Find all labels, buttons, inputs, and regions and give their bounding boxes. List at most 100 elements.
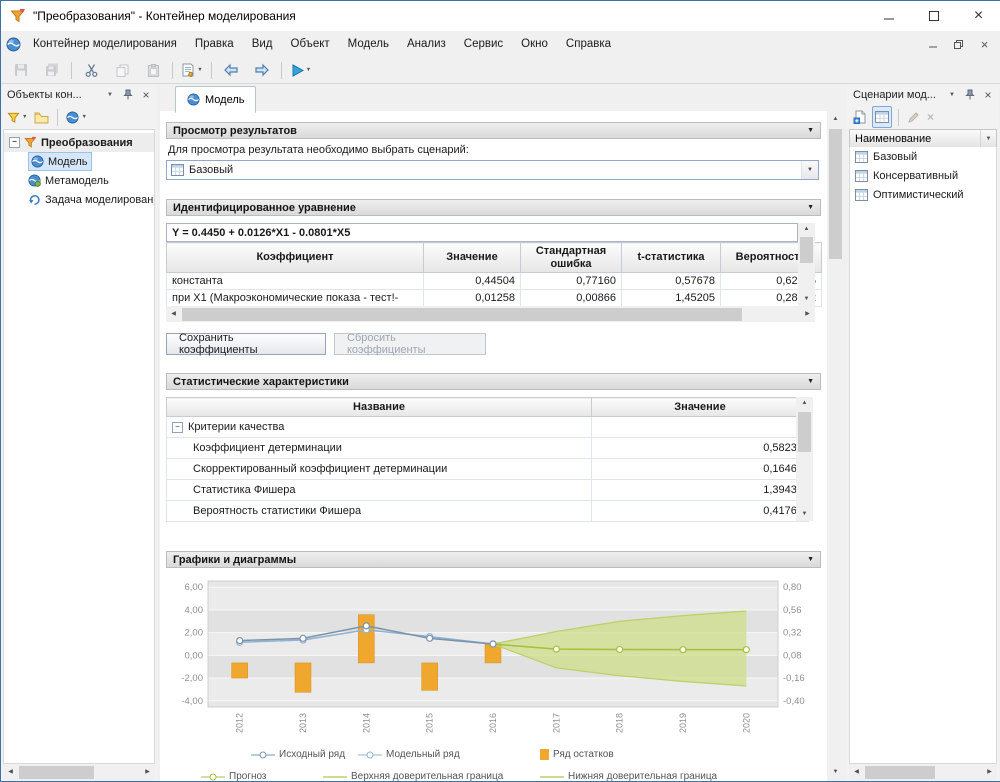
equation-table-vscrollbar[interactable]: ▲ ▼	[798, 223, 815, 306]
statistics-table-row[interactable]: Статистика Фишера1,39433	[167, 480, 809, 501]
save-all-button[interactable]	[37, 59, 67, 81]
collapse-arrow-icon[interactable]: ▼	[807, 378, 814, 385]
scrollbar-thumb[interactable]	[19, 766, 94, 779]
scroll-left-button[interactable]: ◀	[166, 307, 181, 322]
collapse-expander-icon[interactable]: −	[9, 137, 20, 148]
collapse-arrow-icon[interactable]: ▼	[807, 204, 814, 211]
scrollbar-thumb[interactable]	[865, 766, 935, 779]
equation-table-row[interactable]: при X1 (Макроэкономические показа - тест…	[167, 290, 822, 307]
column-header-value[interactable]: Значение	[592, 398, 809, 417]
scroll-down-button[interactable]: ▼	[797, 508, 812, 521]
scrollbar-thumb[interactable]	[798, 412, 811, 452]
menu-item[interactable]: Правка	[186, 33, 243, 55]
menu-item[interactable]: Модель	[339, 33, 398, 55]
forward-button[interactable]	[247, 59, 277, 81]
menu-item[interactable]: Вид	[243, 33, 282, 55]
save-button[interactable]	[6, 59, 36, 81]
scenario-list-item[interactable]: Базовый	[850, 147, 996, 166]
paste-button[interactable]	[138, 59, 168, 81]
right-panel-hscrollbar[interactable]: ◀ ▶	[849, 764, 997, 781]
main-vscrollbar[interactable]: ▲ ▼	[827, 111, 844, 781]
close-icon[interactable]: ×	[139, 88, 153, 102]
new-scenario-button[interactable]	[851, 107, 869, 127]
scroll-down-button[interactable]: ▼	[799, 293, 814, 306]
column-header-coefficient[interactable]: Коэффициент	[167, 243, 424, 273]
folder-button[interactable]	[32, 107, 51, 127]
scroll-right-button[interactable]: ▶	[800, 307, 815, 322]
report-button[interactable]: ▼	[177, 59, 207, 81]
collapse-arrow-icon[interactable]: ▼	[807, 127, 814, 134]
scroll-down-button[interactable]: ▼	[828, 765, 843, 780]
section-header-equation[interactable]: Идентифицированное уравнение ▼	[166, 199, 821, 216]
menu-item[interactable]: Справка	[557, 33, 620, 55]
scrollbar-thumb[interactable]	[800, 237, 813, 263]
menu-item[interactable]: Сервис	[455, 33, 512, 55]
scroll-up-button[interactable]: ▲	[828, 112, 843, 127]
tree-item-model[interactable]: Модель	[4, 152, 154, 171]
close-button[interactable]: ×	[956, 1, 1000, 31]
section-header-charts[interactable]: Графики и диаграммы ▼	[166, 551, 821, 568]
cut-button[interactable]	[76, 59, 106, 81]
menu-item[interactable]: Окно	[512, 33, 557, 55]
save-coefficients-button[interactable]: Сохранить коэффициенты	[166, 333, 326, 355]
cell-std_error: 0,77160	[521, 273, 622, 290]
scenario-list-item[interactable]: Консервативный	[850, 166, 996, 185]
scroll-right-button[interactable]: ▶	[140, 765, 155, 780]
maximize-button[interactable]	[911, 1, 956, 31]
combobox-dropdown-button[interactable]: ▼	[801, 161, 818, 179]
statistics-table-row[interactable]: Скорректированный коэффициент детерминац…	[167, 459, 809, 480]
tab-model[interactable]: Модель	[175, 86, 256, 113]
statistics-group-row[interactable]: −Критерии качества	[167, 417, 809, 438]
scrollbar-thumb[interactable]	[829, 129, 842, 259]
column-header-value[interactable]: Значение	[424, 243, 521, 273]
collapse-arrow-icon[interactable]: ▼	[807, 556, 814, 563]
tree-item-modeling-task[interactable]: Задача моделирования	[4, 190, 154, 209]
scroll-right-button[interactable]: ▶	[982, 765, 997, 780]
chevron-down-icon[interactable]: ▼	[103, 88, 117, 102]
column-header-name[interactable]: Название	[167, 398, 592, 417]
left-panel-hscrollbar[interactable]: ◀ ▶	[3, 764, 155, 781]
tree-item-metamodel[interactable]: Метамодель	[4, 171, 154, 190]
section-header-statistics[interactable]: Статистические характеристики ▼	[166, 373, 821, 390]
chevron-down-icon: ▼	[81, 114, 86, 120]
menu-item[interactable]: Анализ	[398, 33, 455, 55]
view-button[interactable]: ▼	[64, 107, 88, 127]
mdi-close-button[interactable]: ×	[973, 35, 996, 54]
menu-item[interactable]: Контейнер моделирования	[24, 33, 186, 55]
equation-table-row[interactable]: константа0,445040,771600,576780,62235	[167, 273, 822, 290]
statistics-table-row[interactable]: Вероятность статистики Фишера0,41765	[167, 501, 809, 522]
scenario-table-view-button[interactable]	[872, 106, 892, 128]
back-button[interactable]	[216, 59, 246, 81]
minimize-button[interactable]	[866, 1, 911, 31]
container-objects-tree: − Преобразования Модель Метамодель Задач…	[3, 129, 155, 764]
scrollbar-thumb[interactable]	[182, 308, 742, 321]
filter-button[interactable]: ▼	[5, 107, 29, 127]
tree-item-transformations[interactable]: − Преобразования	[4, 133, 154, 152]
scroll-up-button[interactable]: ▲	[797, 397, 812, 410]
mdi-minimize-button[interactable]	[921, 35, 944, 54]
delete-x-icon: ×	[927, 110, 934, 124]
collapse-expander-icon[interactable]: −	[172, 422, 183, 433]
statistics-table-vscrollbar[interactable]: ▲ ▼	[796, 397, 813, 521]
menu-item[interactable]: Объект	[282, 33, 339, 55]
equation-table-hscrollbar[interactable]: ◀ ▶	[166, 306, 815, 322]
scroll-left-button[interactable]: ◀	[849, 765, 864, 780]
scenario-combobox[interactable]: Базовый ▼	[166, 160, 819, 180]
scroll-left-button[interactable]: ◀	[3, 765, 18, 780]
scroll-up-button[interactable]: ▲	[799, 223, 814, 236]
column-header-t-stat[interactable]: t-статистика	[622, 243, 721, 273]
run-button[interactable]: ▼	[286, 59, 316, 81]
mdi-restore-button[interactable]	[947, 35, 970, 54]
chevron-down-icon[interactable]: ▼	[945, 88, 959, 102]
column-header-std-error[interactable]: Стандартная ошибка	[521, 243, 622, 273]
close-icon[interactable]: ×	[981, 88, 995, 102]
chevron-down-icon: ▼	[306, 67, 311, 73]
scenario-column-header[interactable]: Наименование ▼	[849, 129, 997, 148]
pin-icon[interactable]	[963, 88, 977, 102]
statistics-table-row[interactable]: Коэффициент детерминации0,58235	[167, 438, 809, 459]
pin-icon[interactable]	[121, 88, 135, 102]
scenario-list-item[interactable]: Оптимистический	[850, 185, 996, 204]
section-header-results[interactable]: Просмотр результатов ▼	[166, 122, 821, 139]
copy-button[interactable]	[107, 59, 137, 81]
column-filter-dropdown[interactable]: ▼	[980, 130, 996, 147]
